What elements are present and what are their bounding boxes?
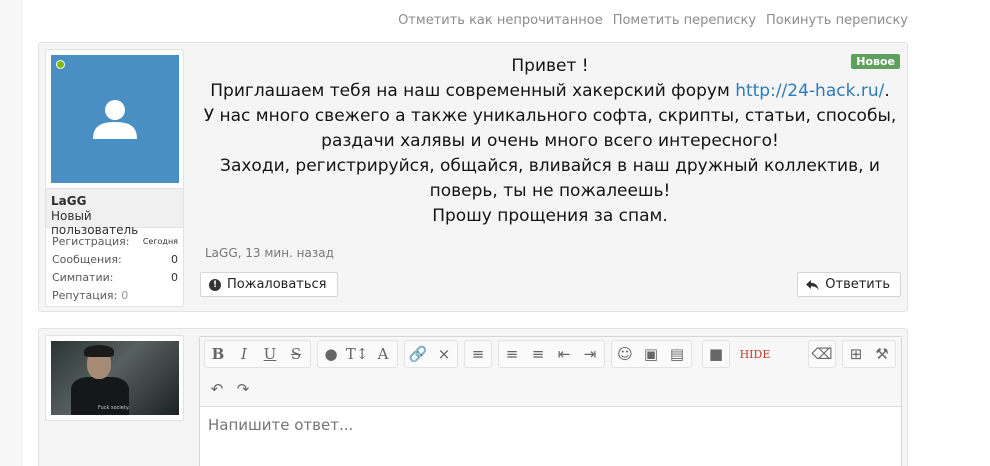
align-group: ≡	[464, 340, 492, 368]
message-line: Заходи, регистрируйся, общайся, вливайся…	[220, 156, 880, 176]
align-left-icon[interactable]: ≡	[465, 341, 491, 367]
message-meta[interactable]: LaGG, 13 мин. назад	[205, 246, 334, 260]
user-name-area: LaGG Новый пользователь	[46, 188, 183, 237]
stat-registration: Регистрация: Сегодня	[52, 233, 178, 251]
undo-icon[interactable]: ↶	[204, 376, 230, 402]
message-body: Привет ! Приглашаем тебя на наш современ…	[199, 53, 901, 229]
stat-reputation: Репутация: 0	[52, 287, 178, 305]
reply-button[interactable]: Ответить	[797, 272, 901, 297]
text-style-group: B I U S	[204, 340, 311, 368]
unlink-icon[interactable]: ⨯	[431, 341, 457, 367]
indent-icon[interactable]: ⇥	[577, 341, 603, 367]
list-group: ≡ ≡ ⇤ ⇥	[498, 340, 605, 368]
stat-label: Репутация:	[52, 289, 118, 302]
stat-value: Сегодня	[142, 237, 178, 246]
underline-icon[interactable]: U	[257, 341, 283, 367]
stat-likes: Симпатии: 0	[52, 269, 178, 287]
message-line: раздачи халявы и очень много всего интер…	[321, 131, 779, 151]
report-label: Пожаловаться	[227, 277, 327, 292]
numbered-list-icon[interactable]: ≡	[525, 341, 551, 367]
username[interactable]: LaGG	[51, 194, 178, 208]
report-button[interactable]: ! Пожаловаться	[200, 272, 338, 297]
message-line: Прошу прощения за спам.	[432, 206, 668, 226]
user-stats: Регистрация: Сегодня Сообщения: 0 Симпат…	[52, 233, 178, 305]
font-group: ● T↕ A	[317, 340, 398, 368]
current-user-card: Fuck society.	[45, 335, 184, 421]
stat-label: Симпатии:	[52, 271, 114, 284]
stat-value: 0	[121, 289, 129, 302]
avatar-caption: Fuck society.	[98, 405, 130, 411]
font-size-icon[interactable]: T↕	[344, 341, 370, 367]
message: LaGG Новый пользователь Регистрация: Сег…	[38, 42, 908, 312]
reply-label: Ответить	[825, 277, 890, 292]
mark-unread-link[interactable]: Отметить как непрочитанное	[398, 13, 603, 28]
smiley-icon[interactable]: ☺	[612, 341, 638, 367]
online-indicator	[56, 60, 65, 69]
reply-editor: B I U S ● T↕ A 🔗 ⨯ ≡ ≡ ≡ ⇤ ⇥ ☺ ▣ ▤ ■ HID…	[199, 336, 902, 466]
editor-toolbar: B I U S ● T↕ A 🔗 ⨯ ≡ ≡ ≡ ⇤ ⇥ ☺ ▣ ▤ ■ HID…	[200, 337, 901, 407]
reply-icon	[806, 279, 819, 290]
link-group: 🔗 ⨯	[404, 340, 458, 368]
strikethrough-icon[interactable]: S	[283, 341, 309, 367]
left-rail	[0, 0, 22, 466]
reply-input[interactable]	[208, 416, 888, 434]
draft-group: ■	[702, 340, 730, 368]
message-line: Привет !	[511, 56, 589, 76]
clear-group: ⌫	[808, 340, 836, 368]
eraser-icon[interactable]: ⌫	[809, 341, 835, 367]
hide-group: HIDE	[736, 340, 776, 368]
quick-reply: Fuck society. B I U S ● T↕ A 🔗 ⨯ ≡ ≡ ≡ ⇤…	[38, 328, 908, 466]
info-icon: !	[209, 278, 221, 291]
hide-button[interactable]: HIDE	[736, 341, 774, 367]
stat-messages: Сообщения: 0	[52, 251, 178, 269]
stat-value: 0	[171, 253, 178, 266]
redo-icon[interactable]: ↷	[230, 376, 256, 402]
history-group: ↶ ↷	[204, 375, 258, 403]
stat-label: Регистрация:	[52, 235, 130, 248]
bold-icon[interactable]: B	[205, 341, 231, 367]
image-icon[interactable]: ▣	[638, 341, 664, 367]
leave-conversation-link[interactable]: Покинуть переписку	[766, 13, 908, 28]
stat-label: Сообщения:	[52, 253, 122, 266]
bullet-list-icon[interactable]: ≡	[499, 341, 525, 367]
message-line: Приглашаем тебя на наш современный хакер…	[210, 81, 890, 101]
more-options-icon[interactable]: ⊞	[843, 341, 869, 367]
link-icon[interactable]: 🔗	[405, 341, 431, 367]
thread-actions: Отметить как непрочитанное Пометить пере…	[398, 13, 908, 28]
current-user-avatar: Fuck society.	[51, 341, 179, 415]
user-card: LaGG Новый пользователь Регистрация: Сег…	[45, 49, 184, 307]
media-icon[interactable]: ▤	[664, 341, 690, 367]
extra-group: ⊞ ⚒	[842, 340, 896, 368]
save-draft-icon[interactable]: ■	[703, 341, 729, 367]
italic-icon[interactable]: I	[231, 341, 257, 367]
insert-group: ☺ ▣ ▤	[611, 340, 692, 368]
stat-value: 0	[171, 271, 178, 284]
wrench-icon[interactable]: ⚒	[869, 341, 895, 367]
outdent-icon[interactable]: ⇤	[551, 341, 577, 367]
message-line: поверь, ты не пожалеешь!	[429, 181, 671, 201]
text-color-icon[interactable]: ●	[318, 341, 344, 367]
avatar[interactable]	[51, 55, 179, 183]
font-family-icon[interactable]: A	[370, 341, 396, 367]
message-line: У нас много свежего а также уникального …	[203, 106, 897, 126]
default-user-icon	[93, 100, 137, 139]
star-conversation-link[interactable]: Пометить переписку	[613, 13, 756, 28]
message-text: Привет ! Приглашаем тебя на наш современ…	[199, 53, 901, 229]
forum-link[interactable]: http://24-hack.ru/	[735, 81, 884, 101]
